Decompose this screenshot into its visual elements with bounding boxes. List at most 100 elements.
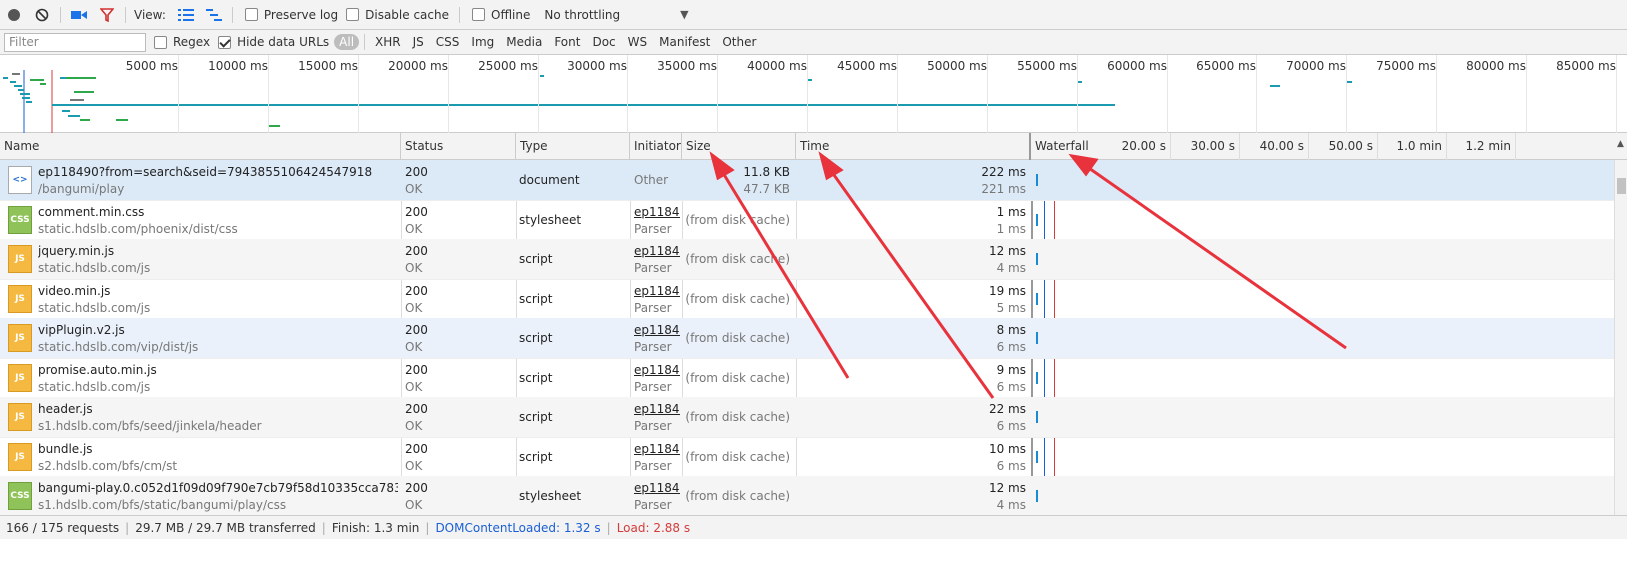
waterfall-bar[interactable] — [1036, 213, 1038, 226]
sort-arrow-icon[interactable]: ▲ — [1614, 139, 1627, 149]
filter-icon[interactable] — [93, 1, 121, 29]
status-divider: | — [321, 520, 326, 535]
status-text: OK — [405, 458, 423, 473]
type-filter-ws[interactable]: WS — [623, 34, 652, 50]
request-name[interactable]: header.js — [38, 402, 398, 416]
hide-data-urls-checkbox[interactable] — [218, 35, 232, 49]
total-time: 222 ms — [981, 165, 1026, 179]
column-header-status[interactable]: Status — [401, 133, 516, 160]
initiator-link[interactable]: ep1184... — [634, 244, 680, 258]
status-code: 200 — [405, 402, 428, 416]
waterfall-bar[interactable] — [1036, 174, 1038, 186]
initiator-link[interactable]: ep1184... — [634, 402, 680, 416]
chevron-down-icon[interactable]: ▼ — [680, 8, 688, 21]
status-code: 200 — [405, 283, 428, 298]
column-header-type[interactable]: Type — [516, 133, 630, 160]
latency-time: 1 ms — [996, 221, 1026, 236]
overview-tick-label: 50000 ms — [927, 59, 987, 73]
dom-content-loaded-time: DOMContentLoaded: 1.32 s — [435, 520, 601, 535]
initiator-link[interactable]: ep1184... — [634, 205, 680, 219]
vertical-scrollbar[interactable] — [1614, 160, 1627, 515]
status-code: 200 — [405, 323, 428, 337]
request-name[interactable]: ep118490?from=search&seid=79438551064245… — [38, 165, 398, 179]
latency-time: 6 ms — [996, 379, 1026, 394]
large-rows-icon[interactable] — [172, 1, 200, 29]
status-divider: | — [425, 520, 430, 535]
initiator-link[interactable]: ep1184... — [634, 284, 680, 298]
offline-checkbox[interactable] — [472, 8, 485, 21]
type-filter-js[interactable]: JS — [408, 34, 429, 50]
request-name[interactable]: bangumi-play.0.c052d1f09d09f790e7cb79f58… — [38, 481, 398, 495]
type-filter-css[interactable]: CSS — [431, 34, 465, 50]
table-row[interactable]: JS vipPlugin.v2.js static.hdslb.com/vip/di… — [0, 318, 1614, 359]
table-row[interactable]: JS promise.auto.min.js static.hdslb.com/js… — [0, 358, 1614, 399]
column-header-initiator[interactable]: Initiator — [630, 133, 682, 160]
table-row[interactable]: JS bundle.js s2.hdslb.com/bfs/cm/st 200 OK sc… — [0, 437, 1614, 478]
initiator-type: Parser — [634, 261, 672, 275]
preserve-log-checkbox[interactable] — [244, 8, 258, 21]
type-filter-font[interactable]: Font — [549, 34, 585, 50]
overview-tick-label: 5000 ms — [125, 59, 178, 73]
total-time: 12 ms — [988, 244, 1026, 258]
total-time: 12 ms — [988, 481, 1026, 495]
request-name[interactable]: video.min.js — [38, 284, 398, 298]
overview-tick-label: 30000 ms — [567, 59, 627, 73]
toolbar-separator — [459, 6, 460, 23]
waterfall-bar[interactable] — [1036, 490, 1038, 502]
type-filter-img[interactable]: Img — [466, 34, 499, 50]
regex-checkbox[interactable] — [154, 35, 167, 49]
css-icon: CSS — [8, 205, 32, 234]
waterfall-tick-label: 1.0 min — [1396, 139, 1442, 153]
video-capture-icon[interactable] — [65, 1, 93, 29]
waterfall-bar[interactable] — [1036, 292, 1038, 305]
record-icon[interactable] — [0, 1, 28, 29]
request-name[interactable]: bundle.js — [38, 442, 398, 456]
table-row[interactable]: CSS bangumi-play.0.c052d1f09d09f790e7cb79… — [0, 476, 1614, 517]
timeline-overview[interactable]: 5000 ms 10000 ms 15000 ms 20000 ms 25000 ms 3… — [0, 55, 1627, 133]
clear-icon[interactable] — [28, 1, 56, 29]
type-filter-media[interactable]: Media — [501, 34, 547, 50]
status-text: OK — [405, 300, 423, 315]
table-row[interactable]: JS video.min.js static.hdslb.com/js 200 OK sc… — [0, 279, 1614, 320]
scrollbar-thumb[interactable] — [1617, 178, 1626, 194]
column-header-name[interactable]: Name — [0, 133, 401, 160]
initiator-link[interactable]: ep1184... — [634, 363, 680, 377]
status-divider: | — [125, 520, 130, 535]
type-filter-all[interactable]: All — [334, 34, 360, 50]
waterfall-view-icon[interactable] — [200, 1, 228, 29]
latency-time: 221 ms — [981, 182, 1026, 196]
status-code: 200 — [405, 481, 428, 495]
type-filter-xhr[interactable]: XHR — [370, 34, 406, 50]
js-icon: JS — [8, 245, 32, 273]
initiator-link[interactable]: ep1184... — [634, 481, 680, 495]
initiator-type: Parser — [634, 498, 672, 512]
table-row[interactable]: CSS comment.min.css static.hdslb.com/phoen… — [0, 200, 1614, 241]
request-name[interactable]: jquery.min.js — [38, 244, 398, 258]
type-filter-manifest[interactable]: Manifest — [654, 34, 715, 50]
waterfall-bar[interactable] — [1036, 371, 1038, 384]
column-header-time[interactable]: Time — [796, 133, 1031, 160]
type-filter-doc[interactable]: Doc — [587, 34, 620, 50]
request-name[interactable]: vipPlugin.v2.js — [38, 323, 398, 337]
table-row[interactable]: JS jquery.min.js static.hdslb.com/js 200 OK s… — [0, 239, 1614, 280]
column-header-size[interactable]: Size — [682, 133, 796, 160]
waterfall-bar[interactable] — [1036, 450, 1038, 463]
waterfall-bar[interactable] — [1036, 411, 1038, 423]
request-name[interactable]: promise.auto.min.js — [38, 363, 398, 377]
js-icon: JS — [8, 363, 32, 392]
latency-time: 4 ms — [996, 498, 1026, 512]
throttling-select[interactable]: No throttling — [544, 8, 620, 22]
js-icon: JS — [8, 442, 32, 471]
waterfall-bar[interactable] — [1036, 253, 1038, 265]
view-label: View: — [134, 7, 166, 22]
filter-input[interactable] — [4, 32, 146, 52]
initiator-link[interactable]: ep1184... — [634, 323, 680, 337]
request-name[interactable]: comment.min.css — [38, 205, 398, 219]
initiator-link[interactable]: ep1184... — [634, 442, 680, 456]
disable-cache-checkbox[interactable] — [346, 8, 360, 21]
type-filter-other[interactable]: Other — [717, 34, 761, 50]
waterfall-bar[interactable] — [1036, 332, 1038, 344]
table-row[interactable]: <> ep118490?from=search&seid=794385510642… — [0, 160, 1614, 201]
table-row[interactable]: JS header.js s1.hdslb.com/bfs/seed/jinkela… — [0, 397, 1614, 438]
overview-tick-label: 65000 ms — [1196, 59, 1256, 73]
